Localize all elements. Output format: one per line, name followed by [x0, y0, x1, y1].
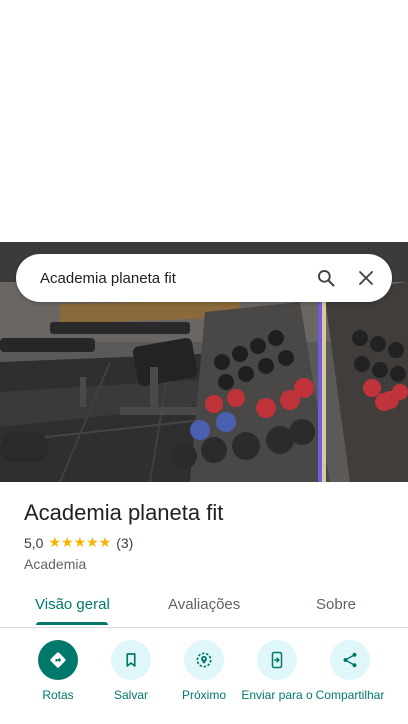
- tab-reviews[interactable]: Avaliações: [168, 596, 240, 613]
- rating-value: 5,0: [24, 535, 44, 551]
- rating-stars: ★★★★★: [48, 535, 112, 551]
- directions-label: Rotas: [42, 688, 74, 702]
- send-to-phone-label: Enviar para o: [241, 688, 313, 702]
- clear-search-button[interactable]: [346, 258, 386, 298]
- share-icon: [343, 652, 357, 668]
- tab-overview[interactable]: Visão geral: [35, 596, 110, 613]
- nearby-circle: [184, 640, 224, 680]
- nearby-button[interactable]: Próximo: [164, 640, 244, 702]
- nearby-label: Próximo: [181, 688, 226, 702]
- share-label: Compartilhar: [315, 688, 385, 702]
- send-to-phone-button[interactable]: Enviar para o: [237, 640, 317, 702]
- directions-button[interactable]: Rotas: [18, 640, 98, 702]
- send-to-phone-circle: [257, 640, 297, 680]
- place-title: Academia planeta fit: [24, 500, 224, 525]
- action-bar: Rotas Salvar Próximo Enviar para o Compa…: [0, 640, 408, 724]
- save-label: Salvar: [113, 688, 148, 702]
- tab-about[interactable]: Sobre: [316, 596, 356, 613]
- bookmark-icon: [126, 653, 136, 667]
- search-button[interactable]: [306, 258, 346, 298]
- close-icon: [359, 271, 373, 285]
- save-circle: [111, 640, 151, 680]
- search-icon: [318, 270, 335, 287]
- send-to-phone-icon: [271, 651, 283, 669]
- share-button[interactable]: Compartilhar: [310, 640, 390, 702]
- nearby-icon: [196, 652, 212, 668]
- search-query[interactable]: Academia planeta fit: [40, 270, 306, 287]
- search-bar[interactable]: Academia planeta fit: [16, 254, 392, 302]
- save-button[interactable]: Salvar: [91, 640, 171, 702]
- active-tab-indicator: [36, 622, 108, 625]
- rating-row[interactable]: 5,0 ★★★★★ (3): [24, 535, 133, 551]
- share-circle: [330, 640, 370, 680]
- place-category[interactable]: Academia: [24, 556, 86, 572]
- directions-icon: [50, 652, 66, 668]
- directions-circle: [38, 640, 78, 680]
- place-tabs: Visão geral Avaliações Sobre: [0, 588, 408, 628]
- review-count[interactable]: (3): [116, 535, 133, 551]
